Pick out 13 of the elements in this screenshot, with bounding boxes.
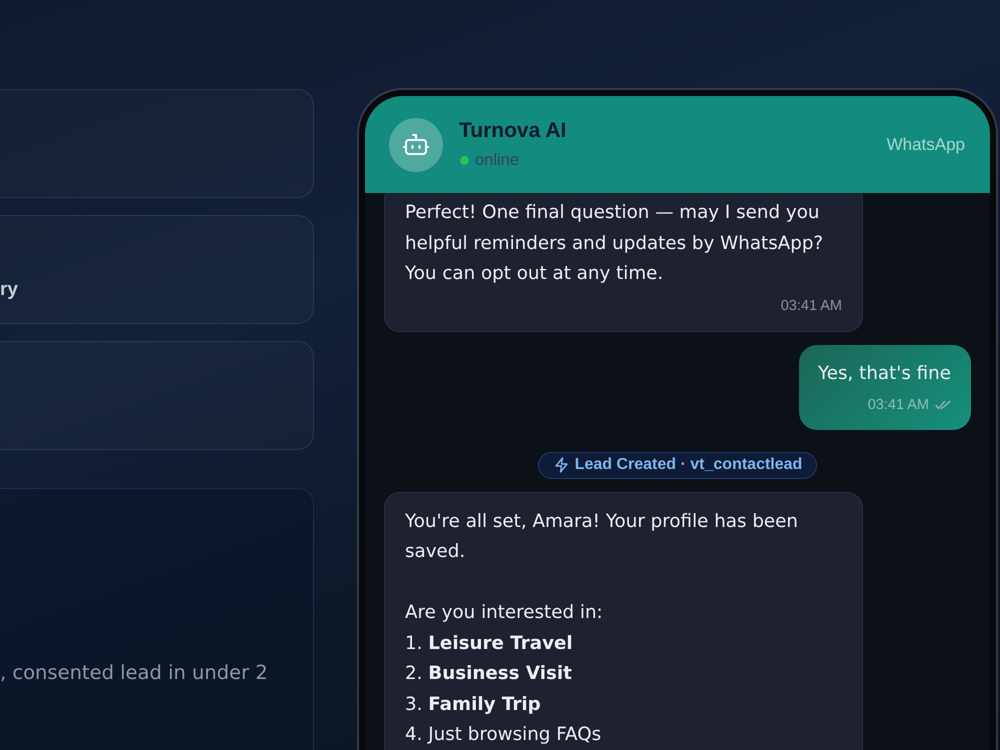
- contact-status: online: [475, 150, 520, 171]
- message-text: Perfect! One final question — may I send you helpful reminders and updates by WhatsApp? You can opt out at any time.: [405, 201, 824, 286]
- card-heading: ry: [0, 278, 18, 302]
- message-text: Yes, that's fine: [818, 362, 951, 386]
- contact-name: Turnova AI: [459, 118, 566, 144]
- message-time: 03:41 AM: [868, 396, 929, 414]
- message-time: 03:41 AM: [780, 296, 842, 316]
- lightning-icon: [554, 457, 568, 473]
- channel-label: WhatsApp: [886, 134, 965, 156]
- event-label: Lead Created · vt_contactlead: [574, 455, 802, 475]
- robot-avatar-icon: [389, 118, 443, 172]
- message-text: You're all set, Amara! Your profile has been saved. Are you interested in: 1. Leisure Travel 2. Business Visit 3. Family Trip 4. Just browsing FAQs: [405, 510, 800, 747]
- card-description: , consented lead in under 2: [0, 660, 268, 686]
